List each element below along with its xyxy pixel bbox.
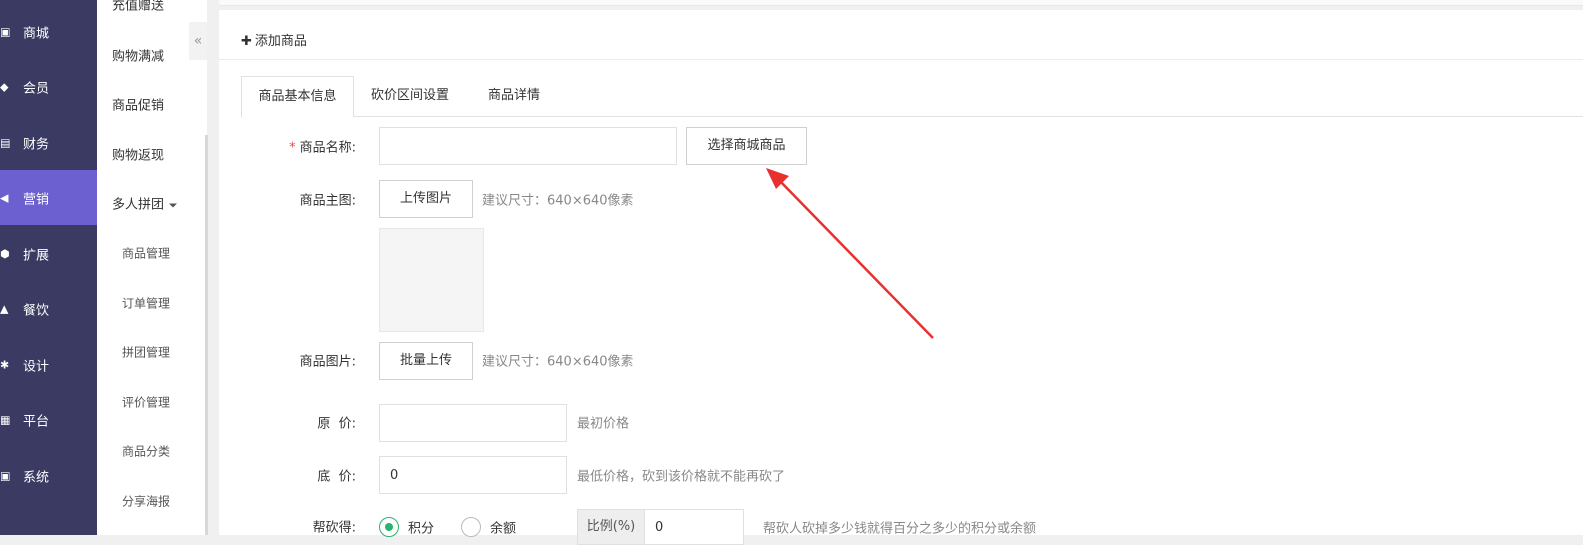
- main-image-hint: 建议尺寸：640×640像素: [482, 193, 634, 209]
- original-price-hint: 最初价格: [577, 416, 630, 432]
- plus-icon: ✚: [241, 34, 252, 49]
- reward-points-label: 积分: [408, 521, 435, 537]
- sidebar-item-label: 平台: [23, 414, 50, 429]
- ratio-addon: 比例(%): [577, 509, 645, 545]
- batch-upload-button[interactable]: 批量上传: [379, 342, 473, 380]
- sidebar-item-marketing[interactable]: ◀ 营销: [0, 170, 97, 225]
- reward-balance-label: 余额: [490, 521, 517, 537]
- main-image-preview[interactable]: [379, 228, 484, 332]
- ratio-input[interactable]: [644, 509, 744, 545]
- sidebar-item-catering[interactable]: ▲ 餐饮: [0, 281, 97, 336]
- upload-image-button[interactable]: 上传图片: [379, 180, 473, 218]
- reward-balance-radio[interactable]: [461, 517, 481, 537]
- content-panel: ✚ 添加商品 商品基本信息 砍价区间设置 商品详情 * 商品名称: 选择商城商品 商…: [219, 10, 1583, 545]
- goods-name-label-text: 商品名称:: [299, 140, 356, 156]
- tab-bargain-range[interactable]: 砍价区间设置: [354, 76, 466, 116]
- goods-name-label: * 商品名称:: [241, 137, 356, 156]
- reward-hint: 帮砍人砍掉多少钱就得百分之多少的积分或余额: [763, 521, 1037, 537]
- reward-label: 帮砍得:: [312, 520, 356, 536]
- submenu-group-group-buy[interactable]: 多人拼团: [112, 194, 178, 213]
- shopping-bag-icon: ▣: [0, 25, 11, 38]
- submenu-child-posters[interactable]: 分享海报: [122, 493, 170, 510]
- tab-basic-info[interactable]: 商品基本信息: [241, 76, 354, 118]
- floor-price-input[interactable]: [379, 456, 567, 494]
- ledger-icon: ▤: [0, 136, 11, 149]
- cube-icon: ⬢: [0, 247, 10, 260]
- required-mark: *: [289, 140, 296, 156]
- submenu-group-label: 多人拼团: [112, 197, 165, 213]
- collapse-sidebar-icon[interactable]: «: [189, 22, 207, 60]
- goods-name-input[interactable]: [379, 127, 677, 165]
- sidebar-item-platform[interactable]: ▦ 平台: [0, 392, 97, 447]
- original-price-input[interactable]: [379, 404, 567, 442]
- submenu-item-promotion[interactable]: 商品促销: [112, 95, 164, 114]
- sidebar-item-label: 系统: [23, 470, 50, 485]
- tab-underline: [241, 116, 1583, 117]
- sidebar-item-label: 商城: [23, 26, 50, 41]
- main-image-label: 商品主图:: [299, 193, 356, 209]
- floor-price-hint: 最低价格，砍到该价格就不能再砍了: [577, 469, 786, 485]
- goods-images-hint: 建议尺寸：640×640像素: [482, 354, 634, 370]
- sidebar-item-label: 财务: [23, 137, 50, 152]
- puzzle-icon: ✱: [0, 358, 10, 371]
- main-sidebar: ▣ 商城 ◆ 会员 ▤ 财务 ◀ 营销 ⬢ 扩展 ▲ 餐饮 ✱ 设计 ▦ 平台 …: [0, 0, 97, 535]
- sidebar-item-label: 会员: [23, 81, 50, 96]
- tab-goods-detail[interactable]: 商品详情: [469, 76, 559, 116]
- top-divider: [219, 0, 1583, 6]
- title-divider: [219, 59, 1583, 60]
- floor-price-label: 底 价:: [317, 469, 356, 485]
- submenu-scrollbar[interactable]: [205, 135, 208, 535]
- page-title-text: 添加商品: [254, 34, 307, 49]
- monitor-icon: ▣: [0, 469, 11, 482]
- sidebar-item-design[interactable]: ✱ 设计: [0, 337, 97, 392]
- page-title: ✚ 添加商品: [241, 30, 307, 49]
- sidebar-item-label: 餐饮: [23, 303, 50, 318]
- select-mall-goods-button[interactable]: 选择商城商品: [686, 127, 807, 165]
- sidebar-item-member[interactable]: ◆ 会员: [0, 59, 97, 114]
- goods-images-label: 商品图片:: [299, 354, 356, 370]
- sidebar-item-system[interactable]: ▣ 系统: [0, 448, 97, 503]
- submenu-child-orders[interactable]: 订单管理: [122, 295, 170, 312]
- megaphone-icon: ◀: [0, 191, 9, 204]
- submenu-child-goods[interactable]: 商品管理: [122, 245, 170, 262]
- tag-icon: ◆: [0, 80, 9, 93]
- grid-icon: ▦: [0, 413, 11, 426]
- sidebar-item-label: 设计: [23, 359, 50, 374]
- caret-down-icon: [169, 203, 178, 207]
- submenu-item-full-reduction[interactable]: 购物满减: [112, 46, 164, 65]
- dish-icon: ▲: [0, 302, 9, 315]
- reward-points-radio[interactable]: [379, 517, 399, 537]
- submenu-child-groups[interactable]: 拼团管理: [122, 344, 170, 361]
- submenu-child-categories[interactable]: 商品分类: [122, 443, 170, 460]
- sidebar-item-label: 营销: [23, 192, 50, 207]
- sidebar-item-finance[interactable]: ▤ 财务: [0, 115, 97, 170]
- submenu-child-reviews[interactable]: 评价管理: [122, 394, 170, 411]
- sidebar-item-label: 扩展: [23, 248, 50, 263]
- sidebar-item-extend[interactable]: ⬢ 扩展: [0, 226, 97, 281]
- original-price-label: 原 价:: [317, 416, 356, 432]
- submenu-item-recharge-gift[interactable]: 充值赠送: [112, 0, 164, 14]
- sidebar-item-mall[interactable]: ▣ 商城: [0, 4, 97, 59]
- marketing-submenu: 充值赠送 购物满减 商品促销 购物返现 多人拼团 商品管理 订单管理 拼团管理 …: [97, 0, 207, 535]
- submenu-item-cashback[interactable]: 购物返现: [112, 145, 164, 164]
